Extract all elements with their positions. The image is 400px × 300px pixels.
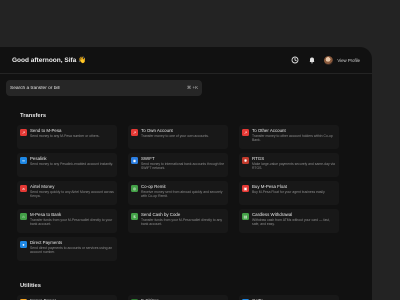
card-description: Receive money sent from abroad quickly a… <box>141 190 223 199</box>
waving-hand-icon: 👋 <box>78 57 87 64</box>
header-divider <box>0 73 372 74</box>
transfers-card[interactable]: ⌂ M-Pesa to Bank Transfer funds from your … <box>17 209 117 233</box>
card-title: To Other Account <box>252 128 286 133</box>
search-bar[interactable]: ⌘ +K <box>6 80 202 96</box>
bell-icon <box>309 57 315 64</box>
card-description: Make large-value payments securely and s… <box>252 162 335 171</box>
transfers-card[interactable]: a Airtel Money Send money quickly to any A… <box>17 181 117 205</box>
card-title: Buy M-Pesa Float <box>252 184 287 189</box>
view-profile-button[interactable]: View Profile <box>324 55 360 65</box>
transfers-card[interactable]: ↗ To Other Account Transfer money to other… <box>239 125 339 149</box>
card-title: Pesalink <box>30 156 47 161</box>
search-input[interactable] <box>10 85 160 91</box>
transfers-card[interactable]: ▤ Cardless Withdrawal Withdraw cash from A… <box>239 209 339 233</box>
card-text: To Other Account Transfer money to other … <box>252 128 336 143</box>
card-text: Airtel Money Send money quickly to any Ai… <box>30 184 114 199</box>
card-description: Transfer money to other account holders … <box>252 134 333 143</box>
card-title: Cardless Withdrawal <box>252 212 293 217</box>
bank-icon: ⌂ <box>20 213 27 220</box>
card-text: M-Pesa to Bank Transfer funds from your M… <box>30 212 114 227</box>
swirl-icon: ◎ <box>131 185 138 192</box>
transfers-card[interactable]: ↗ To Own Account Transfer money to one of … <box>128 125 228 149</box>
cash-icon: $ <box>131 213 138 220</box>
notifications-button[interactable] <box>307 55 317 65</box>
avatar <box>324 55 334 65</box>
greeting-text: Good afternoon, Sifa <box>12 57 77 64</box>
arrow-icon: ↗ <box>20 129 27 136</box>
card-title: Airtel Money <box>30 184 55 189</box>
card-description: Withdraw cash from ATMs without your car… <box>252 218 330 227</box>
gear-icon: ✱ <box>242 157 249 164</box>
card-text: Send Cash by Code Transfer funds from you… <box>141 212 225 227</box>
card-text: Pesalink Send money to any Pesalink-enabl… <box>30 156 113 166</box>
a-icon: a <box>20 185 27 192</box>
card-description: Send money to any M-Pesa number or other… <box>30 134 100 138</box>
card-title: Co-op Remit <box>141 184 166 189</box>
card-title: Direct Payments <box>30 240 63 245</box>
person-icon: ● <box>20 241 27 248</box>
transfers-card[interactable]: ▣ Buy M-Pesa Float Buy M-Pesa Float for yo… <box>239 181 339 205</box>
transfers-card[interactable]: ✱ RTGS Make large-value payments securely … <box>239 153 339 177</box>
history-icon <box>291 56 299 64</box>
utilities-heading: Utilities <box>20 283 41 289</box>
atm-icon: ▤ <box>242 213 249 220</box>
utilities-card[interactable]: ▭GoTV <box>239 295 339 300</box>
mpesa-icon: ▣ <box>242 185 249 192</box>
transfers-card[interactable]: ◎ Co-op Remit Receive money sent from abro… <box>128 181 228 205</box>
card-description: Send money to any Pesalink-enabled accou… <box>30 162 114 166</box>
card-title: M-Pesa to Bank <box>30 212 62 217</box>
header: Good afternoon, Sifa 👋 View Profile <box>0 47 372 73</box>
card-text: To Own Account Transfer money to one of y… <box>141 128 209 138</box>
transfers-card[interactable]: $ Send Cash by Code Transfer funds from yo… <box>128 209 228 233</box>
card-text: Send to M-Pesa Send money to any M-Pesa n… <box>30 128 100 138</box>
card-description: Transfer money to one of your own accoun… <box>141 134 209 138</box>
card-description: Transfer funds from your M-Pesa wallet d… <box>141 218 223 227</box>
card-description: Send money quickly to any Airtel Money a… <box>30 190 114 199</box>
header-actions: View Profile <box>290 55 360 65</box>
card-description: Send direct payments to accounts or serv… <box>30 246 113 255</box>
card-title: Send to M-Pesa <box>30 128 62 133</box>
card-text: Co-op Remit Receive money sent from abroa… <box>141 184 225 199</box>
card-text: Buy M-Pesa Float Buy M-Pesa Float for you… <box>252 184 325 194</box>
arrow-icon: ↗ <box>242 129 249 136</box>
app-window: Good afternoon, Sifa 👋 View Profile Sear… <box>0 47 372 300</box>
arrow-icon: ↗ <box>131 129 138 136</box>
globe-icon: ◉ <box>131 157 138 164</box>
card-text: Direct Payments Send direct payments to a… <box>30 240 114 255</box>
link-icon: ∞ <box>20 157 27 164</box>
card-title: Send Cash by Code <box>141 212 181 217</box>
card-description: Transfer funds from your M-Pesa wallet d… <box>30 218 113 227</box>
card-title: RTGS <box>252 156 265 161</box>
card-description: Buy M-Pesa Float for your agent business… <box>252 190 326 194</box>
card-text: SWIFT Send money to international bank ac… <box>141 156 225 171</box>
utilities-card[interactable]: ◆E-Citizen <box>128 295 228 300</box>
view-profile-label: View Profile <box>337 57 360 63</box>
card-title: SWIFT <box>141 156 155 161</box>
card-description: Send money to international bank account… <box>141 162 225 171</box>
card-title: To Own Account <box>141 128 173 133</box>
transfers-card[interactable]: ● Direct Payments Send direct payments to … <box>17 237 117 261</box>
history-button[interactable] <box>290 55 300 65</box>
card-text: RTGS Make large-value payments securely a… <box>252 156 336 171</box>
transfers-card[interactable]: ↗ Send to M-Pesa Send money to any M-Pesa … <box>17 125 117 149</box>
transfers-card[interactable]: ∞ Pesalink Send money to any Pesalink-enab… <box>17 153 117 177</box>
utilities-grid: ϟKenya Power ◆E-Citizen ▭GoTV <box>17 295 357 300</box>
utilities-card[interactable]: ϟKenya Power <box>17 295 117 300</box>
transfers-card[interactable]: ◉ SWIFT Send money to international bank a… <box>128 153 228 177</box>
card-text: Cardless Withdrawal Withdraw cash from AT… <box>252 212 336 227</box>
greeting: Good afternoon, Sifa 👋 <box>12 56 86 64</box>
transfers-heading: Transfers <box>20 113 47 119</box>
transfers-grid: ↗ Send to M-Pesa Send money to any M-Pesa … <box>17 125 357 261</box>
search-shortcut-hint: ⌘ +K <box>186 85 198 90</box>
